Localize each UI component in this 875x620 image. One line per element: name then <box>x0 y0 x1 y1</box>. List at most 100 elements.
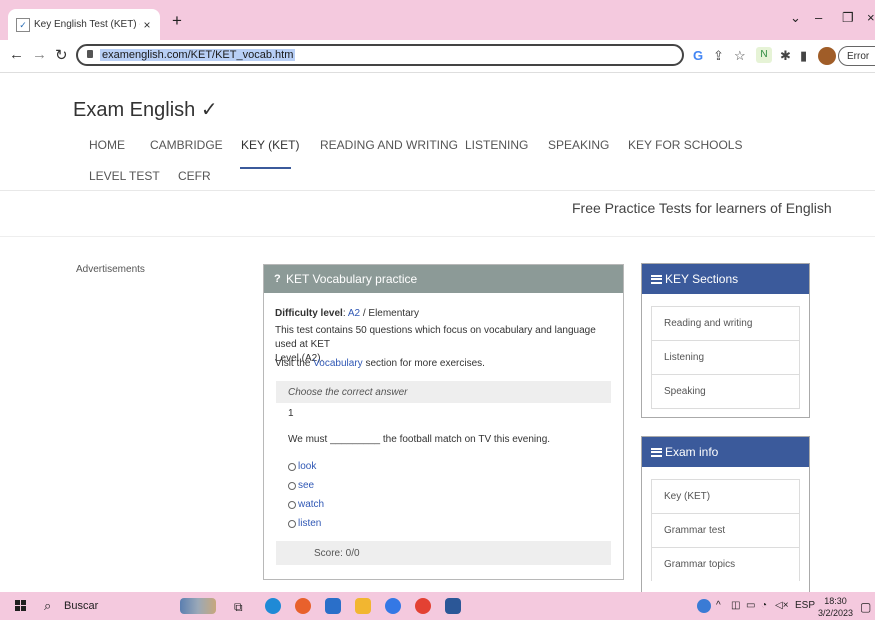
visit-prefix: Visit the <box>275 358 311 369</box>
exam-info-panel: Exam info Key (KET) Grammar test Grammar… <box>641 436 810 596</box>
google-lens-icon[interactable]: G <box>693 48 703 63</box>
file-explorer-icon[interactable] <box>355 598 371 614</box>
instruction-box: Choose the correct answer <box>276 381 611 403</box>
key-sections-title: KEY Sections <box>665 272 739 286</box>
list-menu-icon <box>651 274 662 284</box>
radio-button[interactable] <box>288 462 296 471</box>
clock-date: 3/2/2023 <box>818 608 854 618</box>
bookmark-star-icon[interactable]: ☆ <box>734 48 746 64</box>
extension-icon[interactable]: N <box>756 47 772 63</box>
header-divider <box>0 236 875 237</box>
firefox-icon[interactable] <box>295 598 311 614</box>
reload-icon[interactable]: ↻ <box>55 46 68 64</box>
site-logo[interactable]: Exam English ✓ <box>73 97 218 122</box>
option-listen[interactable]: listen <box>288 518 321 529</box>
difficulty-line: Difficulty level: A2 / Elementary <box>275 308 419 319</box>
lock-icon <box>87 50 93 58</box>
task-view-icon[interactable]: ⧉ <box>234 600 243 615</box>
nav-key-for-schools[interactable]: KEY FOR SCHOOLS <box>628 138 742 152</box>
score-box: Score: 0/0 <box>276 541 611 565</box>
question-mark-icon: ? <box>274 273 281 285</box>
close-tab-icon[interactable]: × <box>140 18 154 32</box>
nav-key-ket[interactable]: KEY (KET) <box>241 138 299 152</box>
browser-tab-strip: ✓ Key English Test (KET) - free voca × +… <box>0 0 875 40</box>
info-grammar-test[interactable]: Grammar test <box>652 513 799 547</box>
new-tab-icon[interactable]: + <box>172 11 182 31</box>
windows-start-icon[interactable] <box>15 600 26 611</box>
display-tray-icon[interactable]: ◫ <box>731 600 740 611</box>
browser-tab[interactable]: ✓ Key English Test (KET) - free voca × <box>8 9 160 40</box>
description-line-1: This test contains 50 questions which fo… <box>275 325 596 350</box>
volume-icon[interactable]: ◁× <box>775 600 789 611</box>
search-icon[interactable]: ⌕ <box>44 598 51 614</box>
back-arrow-icon[interactable]: ← <box>9 46 24 63</box>
battery-icon[interactable]: ▭ <box>746 600 755 611</box>
edge-icon[interactable] <box>265 598 281 614</box>
wifi-icon[interactable]: ◔ <box>761 600 767 611</box>
mail-icon[interactable] <box>325 598 341 614</box>
taskbar-clock[interactable]: 18:30 3/2/2023 <box>818 595 853 619</box>
question-number: 1 <box>288 408 294 419</box>
nav-speaking[interactable]: SPEAKING <box>548 138 609 152</box>
nav-divider <box>0 190 875 191</box>
checkmark-favicon-icon: ✓ <box>16 17 30 32</box>
error-button[interactable]: Error <box>838 46 875 66</box>
share-icon[interactable]: ⇪ <box>713 48 724 64</box>
word-icon[interactable] <box>445 598 461 614</box>
radio-button[interactable] <box>288 481 296 490</box>
section-listening[interactable]: Listening <box>652 340 799 374</box>
chrome-icon[interactable] <box>415 598 431 614</box>
option-watch[interactable]: watch <box>288 499 324 510</box>
info-key-ket[interactable]: Key (KET) <box>652 480 799 513</box>
chrome-canary-icon[interactable] <box>385 598 401 614</box>
radio-button[interactable] <box>288 519 296 528</box>
option-see[interactable]: see <box>288 480 314 491</box>
help-tray-icon[interactable] <box>697 599 711 613</box>
news-widget-icon[interactable] <box>180 598 216 614</box>
nav-cefr[interactable]: CEFR <box>178 169 211 183</box>
taskbar-search[interactable]: Buscar <box>64 600 98 612</box>
nav-cambridge[interactable]: CAMBRIDGE <box>150 138 223 152</box>
vocabulary-link[interactable]: Vocabulary <box>313 358 362 369</box>
minimize-icon[interactable]: – <box>815 10 822 25</box>
tab-title: Key English Test (KET) - free voca <box>34 19 140 30</box>
option-label[interactable]: look <box>298 461 316 472</box>
address-bar[interactable]: examenglish.com/KET/KET_vocab.htm <box>76 44 684 66</box>
nav-home[interactable]: HOME <box>89 138 125 152</box>
option-label[interactable]: listen <box>298 518 321 529</box>
language-indicator[interactable]: ESP <box>795 600 815 611</box>
puzzle-extensions-icon[interactable]: ✱ <box>780 48 791 64</box>
exam-info-title: Exam info <box>665 445 719 459</box>
tab-search-chevron-icon[interactable]: ⌄ <box>790 10 801 26</box>
question-suffix: the football match on TV this evening. <box>382 434 551 445</box>
difficulty-level-link[interactable]: A2 <box>348 308 360 319</box>
radio-button[interactable] <box>288 500 296 509</box>
exam-info-list: Key (KET) Grammar test Grammar topics <box>651 479 800 581</box>
info-grammar-topics[interactable]: Grammar topics <box>652 547 799 581</box>
key-sections-header: KEY Sections <box>642 264 809 294</box>
option-label[interactable]: watch <box>298 499 324 510</box>
nav-level-test[interactable]: LEVEL TEST <box>89 169 160 183</box>
key-sections-panel: KEY Sections Reading and writing Listeni… <box>641 263 810 418</box>
option-look[interactable]: look <box>288 461 316 472</box>
nav-reading-and-writing[interactable]: READING AND WRITING <box>320 138 458 152</box>
forward-arrow-icon[interactable]: → <box>32 46 47 63</box>
practice-panel-header: ? KET Vocabulary practice <box>264 265 623 293</box>
question-text: We must _________ the football match on … <box>288 433 550 447</box>
close-window-icon[interactable]: × <box>867 10 875 25</box>
restore-icon[interactable]: ❐ <box>842 10 854 26</box>
site-tagline: Free Practice Tests for learners of Engl… <box>572 200 832 216</box>
section-speaking[interactable]: Speaking <box>652 374 799 408</box>
difficulty-label: Difficulty level <box>275 308 343 319</box>
profile-avatar[interactable] <box>818 47 836 65</box>
section-reading-and-writing[interactable]: Reading and writing <box>652 307 799 340</box>
chevron-up-icon[interactable]: ^ <box>716 600 721 611</box>
notification-icon[interactable]: ▢ <box>860 600 871 614</box>
side-panel-icon[interactable]: ▮ <box>800 48 807 64</box>
exam-info-header: Exam info <box>642 437 809 467</box>
url-text[interactable]: examenglish.com/KET/KET_vocab.htm <box>100 49 296 61</box>
option-label[interactable]: see <box>298 480 314 491</box>
browser-toolbar: ← → ↻ examenglish.com/KET/KET_vocab.htm … <box>0 40 875 73</box>
nav-listening[interactable]: LISTENING <box>465 138 528 152</box>
list-menu-icon <box>651 447 662 457</box>
